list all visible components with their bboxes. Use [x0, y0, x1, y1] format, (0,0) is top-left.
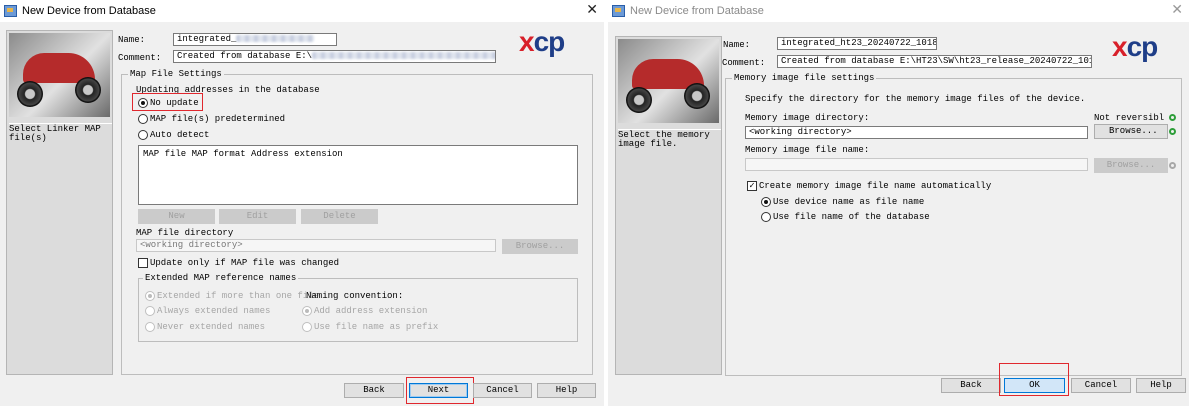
close-icon[interactable]: ✕ — [1171, 2, 1183, 18]
highlight-box — [999, 363, 1069, 396]
name-field[interactable]: integrated_ht23_20240722_1018 — [777, 37, 937, 50]
dialog-map-file-settings: New Device from Database ✕ Select Linker… — [0, 0, 604, 406]
list-header: MAP file MAP format Address extension — [143, 149, 343, 159]
title-bar: New Device from Database ✕ — [608, 0, 1189, 22]
help-button[interactable]: Help — [1136, 378, 1186, 393]
app-icon — [612, 5, 625, 17]
new-button[interactable]: New — [138, 209, 215, 224]
delete-button[interactable]: Delete — [301, 209, 378, 224]
radio-file-name-prefix[interactable]: Use file name as prefix — [302, 322, 438, 332]
back-button[interactable]: Back — [344, 383, 404, 398]
app-icon — [4, 5, 17, 17]
status-ok-icon — [1169, 128, 1176, 135]
highlight-box — [406, 377, 474, 404]
create-auto-checkbox[interactable]: ✓ Create memory image file name automatic… — [747, 181, 991, 191]
filename-label: Memory image file name: — [745, 145, 870, 155]
dialog-memory-image-settings: New Device from Database ✕ Select the me… — [608, 0, 1189, 406]
wizard-side-panel: Select Linker MAP file(s) — [6, 30, 113, 375]
name-label: Name: — [723, 40, 751, 50]
status-ok-icon — [1169, 114, 1176, 121]
comment-label: Comment: — [118, 53, 162, 63]
close-icon[interactable]: ✕ — [586, 2, 598, 18]
map-dir-label: MAP file directory — [136, 228, 234, 238]
edit-button[interactable]: Edit — [219, 209, 296, 224]
radio-device-name[interactable]: Use device name as file name — [761, 197, 924, 207]
xcp-logo: xcp — [1112, 31, 1158, 62]
filename-field[interactable] — [745, 158, 1088, 171]
dir-label: Memory image directory: — [745, 113, 870, 123]
cancel-button[interactable]: Cancel — [1071, 378, 1131, 393]
browse-button[interactable]: Browse... — [1094, 124, 1168, 139]
xcp-logo: xcp — [519, 26, 565, 57]
help-button[interactable]: Help — [537, 383, 596, 398]
map-dir-field[interactable]: <working directory> — [136, 239, 496, 252]
back-button[interactable]: Back — [941, 378, 1001, 393]
wizard-side-panel: Select the memory image file. — [615, 36, 722, 375]
car-chassis-image — [9, 33, 110, 117]
highlight-box — [132, 93, 203, 111]
not-reversible-label: Not reversibl — [1094, 113, 1165, 123]
radio-always-extended[interactable]: Always extended names — [145, 306, 270, 316]
radio-extended-if-more[interactable]: Extended if more than one file — [145, 291, 319, 301]
radio-map-predetermined[interactable]: MAP file(s) predetermined — [138, 114, 285, 124]
group-title: Memory image file settings — [732, 73, 877, 83]
name-field[interactable]: integrated_ — [173, 33, 337, 46]
radio-database-name[interactable]: Use file name of the database — [761, 212, 930, 222]
comment-label: Comment: — [722, 58, 766, 68]
cancel-button[interactable]: Cancel — [473, 383, 532, 398]
car-chassis-image — [618, 39, 719, 123]
browse-button-2[interactable]: Browse... — [1094, 158, 1168, 173]
group-title: Map File Settings — [128, 69, 224, 79]
radio-auto-detect[interactable]: Auto detect — [138, 130, 209, 140]
window-title: New Device from Database — [22, 5, 156, 17]
window-title: New Device from Database — [630, 5, 764, 17]
radio-never-extended[interactable]: Never extended names — [145, 322, 265, 332]
side-hint: Select the memory image file. — [618, 129, 721, 149]
comment-field[interactable]: Created from database E:\ — [173, 50, 496, 63]
map-file-list[interactable]: MAP file MAP format Address extension — [138, 145, 578, 205]
comment-field[interactable]: Created from database E:\HT23\SW\ht23_re… — [777, 55, 1092, 68]
name-label: Name: — [118, 35, 146, 45]
ext-group-title: Extended MAP reference names — [143, 273, 299, 283]
update-only-checkbox[interactable]: Update only if MAP file was changed — [138, 258, 339, 268]
naming-label: Naming convention: — [306, 291, 404, 301]
side-hint: Select Linker MAP file(s) — [9, 123, 112, 143]
instructions-text: Specify the directory for the memory ima… — [745, 94, 1086, 104]
title-bar: New Device from Database ✕ — [0, 0, 604, 22]
browse-button[interactable]: Browse... — [502, 239, 578, 254]
radio-add-address-extension[interactable]: Add address extension — [302, 306, 427, 316]
status-icon — [1169, 162, 1176, 169]
dir-field[interactable]: <working directory> — [745, 126, 1088, 139]
